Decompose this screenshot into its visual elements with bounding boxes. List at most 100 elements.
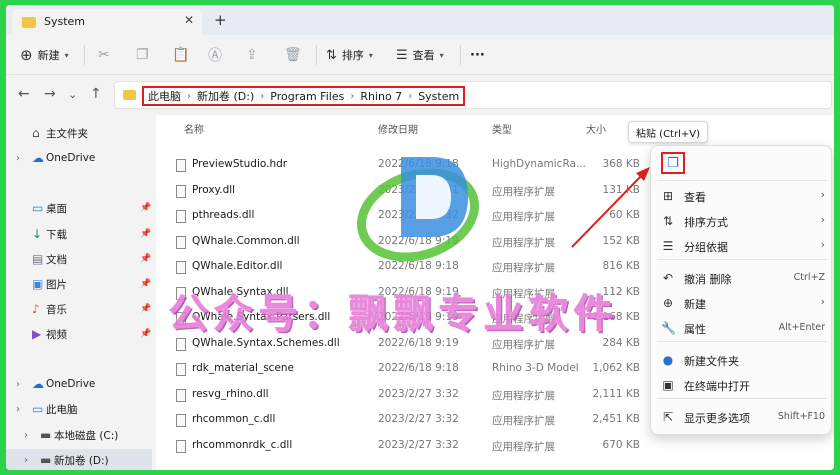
column-header-name[interactable]: 名称 xyxy=(184,121,204,136)
menu-item[interactable]: ⊞ 查看 › xyxy=(651,184,833,208)
picture-icon: ▣ xyxy=(32,276,44,291)
pin-icon: 📌 xyxy=(140,229,152,239)
command-bar: ⊕ 新建 ▾ ✂ ❐ 📋 Ⓐ ⇪ 🗑 ⇅ 排序 ▾ ☰ 查看 ▾ ··· xyxy=(6,35,834,75)
breadcrumb-item[interactable]: 此电脑 xyxy=(148,88,181,104)
file-date: 2023/2/27 3:32 xyxy=(378,387,459,400)
delete-button[interactable]: 🗑 xyxy=(284,45,302,65)
menu-item[interactable]: ↶ 撤消 删除 Ctrl+Z xyxy=(651,266,833,290)
view-button[interactable]: ☰ 查看 ▾ xyxy=(396,45,444,65)
file-type: 应用程序扩展 xyxy=(492,211,555,223)
sidebar-item[interactable]: › ▬ 本地磁盘 (C:) xyxy=(6,424,152,446)
drive-icon: ▬ xyxy=(40,427,52,442)
paste-menu-button[interactable]: ❐ xyxy=(661,152,685,174)
sidebar-item[interactable]: ↓ 下载 📌 xyxy=(6,223,152,245)
new-button[interactable]: ⊕ 新建 ▾ xyxy=(20,45,69,65)
plus-circle-icon: ⊕ xyxy=(20,46,33,64)
folder-icon xyxy=(123,90,136,100)
file-date: 2022/6/18 9:18 xyxy=(378,362,459,374)
document-icon: ▤ xyxy=(32,251,44,266)
new-tab-icon[interactable]: + xyxy=(214,11,227,29)
properties-icon: 🔧 xyxy=(661,321,676,335)
divider xyxy=(316,45,317,65)
cut-button[interactable]: ✂ xyxy=(98,45,110,65)
file-type: 应用程序扩展 xyxy=(492,440,555,453)
forward-icon[interactable]: → xyxy=(44,86,56,102)
menu-item-label: 新建 xyxy=(684,298,706,311)
sidebar-item[interactable]: › ☁ OneDrive xyxy=(6,373,152,395)
chevron-right-icon[interactable]: › xyxy=(16,404,20,415)
paste-button[interactable]: 📋 xyxy=(172,45,189,65)
file-row[interactable]: rdk_material_scene 2022/6/18 9:18 Rhino 3-… xyxy=(156,357,656,382)
new-icon: ⊕ xyxy=(662,296,674,310)
breadcrumb-item[interactable]: System xyxy=(418,90,459,103)
sidebar-item-label: 文档 xyxy=(46,253,67,266)
up-icon[interactable]: ↑ xyxy=(90,86,102,102)
more-options-icon: ⇱ xyxy=(662,410,674,424)
file-icon xyxy=(176,235,186,249)
sidebar-item[interactable]: ♪ 音乐 📌 xyxy=(6,298,152,320)
navigation-pane: ⌂ 主文件夹 › ☁ OneDrive ▭ 桌面 📌 ↓ 下载 📌 ▤ 文档 📌 ▣ 图片 📌 ♪ 音乐 📌 ▶ 视频 📌 ›… xyxy=(6,115,152,470)
file-name: pthreads.dll xyxy=(192,209,255,221)
file-icon xyxy=(176,159,186,172)
file-date: 2023/2/27 3:32 xyxy=(378,438,459,451)
menu-item[interactable]: ⇱ 显示更多选项 Shift+F10 xyxy=(651,405,833,429)
chevron-down-icon[interactable]: ⌄ xyxy=(68,88,77,101)
column-header-size[interactable]: 大小 xyxy=(586,121,606,136)
chevron-right-icon[interactable]: › xyxy=(24,430,28,441)
close-icon[interactable]: ✕ xyxy=(184,13,194,27)
desktop-icon: ▭ xyxy=(32,200,44,215)
menu-item[interactable]: ▣ 在终端中打开 xyxy=(651,373,833,397)
file-name: QWhale.Common.dll xyxy=(192,234,300,247)
menu-divider xyxy=(657,259,827,260)
file-name: QWhale.Editor.dll xyxy=(192,260,283,272)
sidebar-item[interactable]: ▣ 图片 📌 xyxy=(6,273,152,295)
menu-item-shortcut: Ctrl+Z xyxy=(793,272,825,283)
sidebar-item[interactable]: › ☁ OneDrive xyxy=(6,147,152,169)
sidebar-item[interactable]: ▭ 桌面 📌 xyxy=(6,197,152,219)
menu-item[interactable]: ● 新建文件夹 xyxy=(651,348,833,372)
tooltip-text: 粘贴 (Ctrl+V) xyxy=(636,128,700,140)
tab-bar: System ✕ + xyxy=(6,5,834,35)
file-type: 应用程序扩展 xyxy=(492,236,555,249)
sort-icon: ⇅ xyxy=(326,47,337,63)
explorer-window: System ✕ + ⊕ 新建 ▾ ✂ ❐ 📋 Ⓐ ⇪ 🗑 ⇅ 排序 ▾ ☰ 查… xyxy=(6,5,834,470)
file-row[interactable]: rhcommonrdk_c.dll 2023/2/27 3:32 应用程序扩展 670… xyxy=(156,434,656,459)
menu-item[interactable]: ⇅ 排序方式 › xyxy=(651,209,833,233)
breadcrumb-item[interactable]: 新加卷 (D:) xyxy=(197,88,254,104)
breadcrumb-item[interactable]: Program Files xyxy=(270,90,344,103)
more-button[interactable]: ··· xyxy=(470,45,485,65)
chevron-right-icon: › xyxy=(187,90,191,102)
address-bar[interactable]: 此电脑 › 新加卷 (D:) › Program Files › Rhino 7… xyxy=(114,81,832,109)
sidebar-item[interactable]: › ▬ 新加卷 (D:) xyxy=(6,449,152,470)
music-icon: ♪ xyxy=(32,301,40,316)
menu-item[interactable]: ☰ 分组依据 › xyxy=(651,234,833,258)
breadcrumb-item[interactable]: Rhino 7 xyxy=(360,90,402,103)
back-icon[interactable]: ← xyxy=(18,86,30,102)
menu-item-label: 分组依据 xyxy=(684,241,728,254)
sort-button[interactable]: ⇅ 排序 ▾ xyxy=(326,45,373,65)
file-row[interactable]: rhcommon_c.dll 2023/2/27 3:32 应用程序扩展 2,451 … xyxy=(156,408,656,433)
chevron-right-icon[interactable]: › xyxy=(24,455,28,466)
tab-system[interactable]: System ✕ xyxy=(12,9,202,35)
file-icon xyxy=(176,337,186,351)
file-row[interactable]: resvg_rhino.dll 2023/2/27 3:32 应用程序扩展 2,111… xyxy=(156,383,656,408)
copy-button[interactable]: ❐ xyxy=(136,45,149,65)
column-header-type[interactable]: 类型 xyxy=(492,121,512,136)
menu-item[interactable]: 🔧 属性 Alt+Enter xyxy=(651,316,833,340)
sidebar-item[interactable]: › ▭ 此电脑 xyxy=(6,398,152,420)
chevron-right-icon[interactable]: › xyxy=(16,379,20,390)
sidebar-item[interactable]: ⌂ 主文件夹 xyxy=(6,122,152,144)
sidebar-item[interactable]: ▤ 文档 📌 xyxy=(6,248,152,270)
share-button[interactable]: ⇪ xyxy=(246,45,258,65)
watermark-logo xyxy=(356,157,480,262)
file-name: rhcommon_c.dll xyxy=(192,413,276,425)
rename-button[interactable]: Ⓐ xyxy=(208,45,222,65)
sort-icon: ⇅ xyxy=(662,214,674,228)
menu-item[interactable]: ⊕ 新建 › xyxy=(651,291,833,315)
cloud-icon: ☁ xyxy=(32,376,44,391)
sidebar-item[interactable]: ▶ 视频 📌 xyxy=(6,323,152,345)
more-icon: ··· xyxy=(470,47,485,63)
menu-item-label: 显示更多选项 xyxy=(684,412,750,425)
chevron-right-icon[interactable]: › xyxy=(16,153,20,164)
column-header-date[interactable]: 修改日期 xyxy=(378,121,418,136)
